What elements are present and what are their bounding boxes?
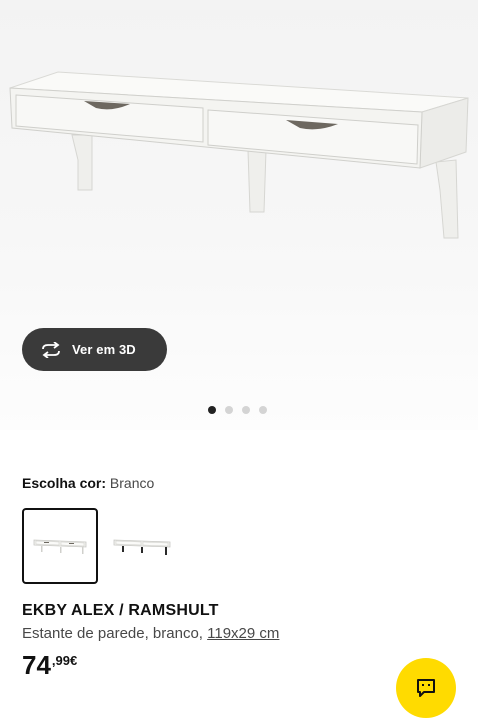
price-integer: 74: [22, 650, 51, 680]
product-image: [9, 71, 469, 239]
product-description-text: Estante de parede, branco,: [22, 625, 203, 642]
color-option-white-black-thumbnail: [113, 539, 171, 555]
gallery-pagination: [208, 406, 267, 414]
color-select-label: Escolha cor: Branco: [22, 475, 154, 491]
gallery-dot-3[interactable]: [242, 406, 250, 414]
view-3d-button[interactable]: Ver em 3D: [22, 328, 167, 371]
color-label-title: Escolha cor:: [22, 475, 107, 491]
product-dimensions-link[interactable]: 119x29 cm: [207, 625, 279, 642]
chat-bubble-icon: [416, 678, 436, 698]
price-decimal: ,99€: [51, 653, 78, 668]
color-label-value: Branco: [109, 475, 155, 491]
product-price: 74 ,99€: [22, 650, 77, 680]
color-option-white-black[interactable]: [102, 508, 178, 584]
gallery-dot-1[interactable]: [208, 406, 216, 414]
rotate-3d-icon: [40, 341, 62, 358]
gallery-dot-4[interactable]: [259, 406, 267, 414]
color-option-white-thumbnail: [33, 539, 87, 554]
chat-button[interactable]: [396, 658, 456, 718]
product-description: Estante de parede, branco, 119x29 cm: [22, 625, 279, 642]
product-image-gallery[interactable]: Ver em 3D: [0, 0, 478, 430]
product-name: EKBY ALEX / RAMSHULT: [22, 602, 219, 619]
color-option-white[interactable]: [22, 508, 98, 584]
gallery-dot-2[interactable]: [225, 406, 233, 414]
view-3d-label: Ver em 3D: [72, 342, 136, 357]
